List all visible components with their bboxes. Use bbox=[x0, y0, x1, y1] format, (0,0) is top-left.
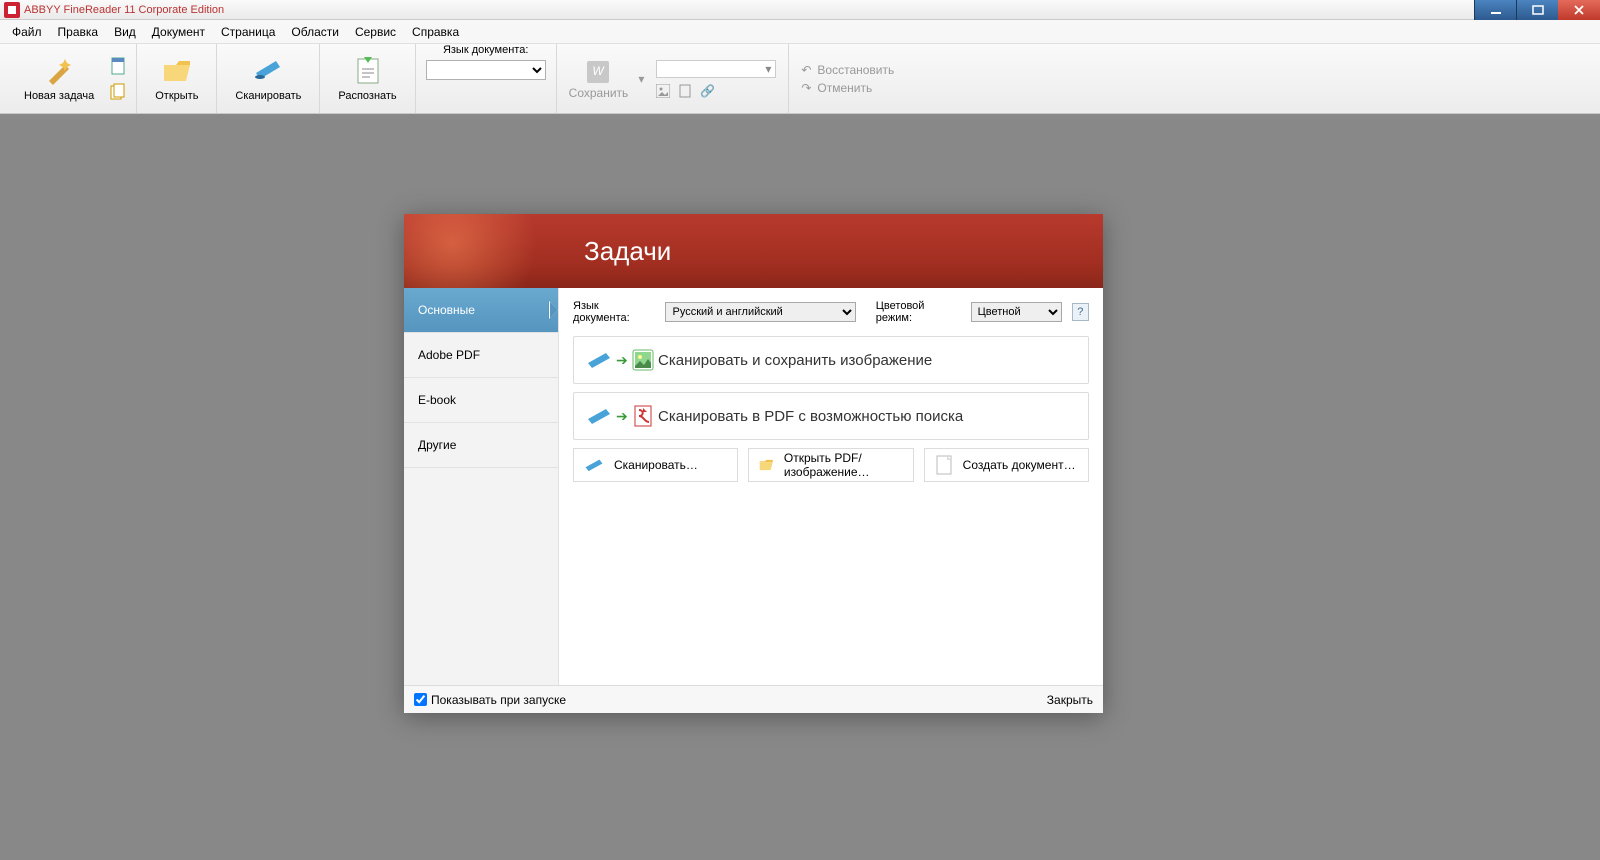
scanner-icon bbox=[586, 405, 612, 427]
menu-document[interactable]: Документ bbox=[144, 22, 213, 42]
undo-button[interactable]: ↶Восстановить bbox=[801, 63, 894, 77]
redo-button[interactable]: ↷Отменить bbox=[801, 81, 894, 95]
menu-areas[interactable]: Области bbox=[283, 22, 347, 42]
dialog-header: Задачи bbox=[404, 214, 1103, 288]
open-label: Открыть bbox=[155, 90, 198, 102]
close-button[interactable] bbox=[1558, 0, 1600, 20]
scanner-icon bbox=[252, 55, 284, 87]
scan-button[interactable]: Сканировать bbox=[225, 51, 311, 106]
image-icon[interactable] bbox=[656, 84, 670, 98]
dialog-title: Задачи bbox=[584, 236, 671, 267]
dlg-lang-select[interactable]: Русский и английский bbox=[665, 302, 855, 322]
show-on-start-checkbox[interactable]: Показывать при запуске bbox=[414, 693, 566, 707]
window-titlebar: ABBYY FineReader 11 Corporate Edition bbox=[0, 0, 1600, 20]
menu-tools[interactable]: Сервис bbox=[347, 22, 404, 42]
arrow-icon: ➔ bbox=[616, 352, 628, 369]
scan-label: Сканировать bbox=[235, 90, 301, 102]
arrow-icon: ➔ bbox=[616, 408, 628, 425]
dialog-close-link[interactable]: Закрыть bbox=[1047, 693, 1093, 707]
tab-other[interactable]: Другие bbox=[404, 423, 558, 468]
pdf-icon bbox=[632, 405, 654, 427]
folder-open-icon bbox=[161, 55, 193, 87]
save-label: Сохранить bbox=[569, 86, 629, 100]
dlg-lang-label: Язык документа: bbox=[573, 300, 655, 324]
wand-icon bbox=[43, 55, 75, 87]
workspace: Задачи Основные Adobe PDF E-book Другие … bbox=[0, 114, 1600, 860]
scan-small-button[interactable]: Сканировать… bbox=[573, 448, 738, 482]
recognize-icon bbox=[352, 55, 384, 87]
menu-page[interactable]: Страница bbox=[213, 22, 283, 42]
recognize-button[interactable]: Распознать bbox=[328, 51, 406, 106]
page-icon[interactable] bbox=[108, 56, 128, 76]
redo-icon: ↷ bbox=[801, 81, 811, 95]
tab-adobe-pdf[interactable]: Adobe PDF bbox=[404, 333, 558, 378]
folder-icon bbox=[759, 456, 774, 474]
tab-main[interactable]: Основные bbox=[404, 288, 558, 333]
create-doc-button[interactable]: Создать документ… bbox=[924, 448, 1089, 482]
scanner-icon bbox=[586, 349, 612, 371]
task-scan-to-pdf[interactable]: ➔ Сканировать в PDF с возможностью поиск… bbox=[573, 392, 1089, 440]
window-title: ABBYY FineReader 11 Corporate Edition bbox=[24, 4, 224, 16]
menu-help[interactable]: Справка bbox=[404, 22, 467, 42]
toolbar: Новая задача Открыть Сканировать Распозн… bbox=[0, 44, 1600, 114]
doc-lang-label: Язык документа: bbox=[443, 44, 528, 56]
new-task-button[interactable]: Новая задача bbox=[14, 51, 104, 106]
document-icon bbox=[935, 455, 953, 475]
dlg-color-label: Цветовой режим: bbox=[876, 300, 961, 324]
window-controls bbox=[1474, 0, 1600, 20]
tab-ebook[interactable]: E-book bbox=[404, 378, 558, 423]
undo-icon: ↶ bbox=[801, 63, 811, 77]
menubar: Файл Правка Вид Документ Страница Област… bbox=[0, 20, 1600, 44]
dialog-footer: Показывать при запуске Закрыть bbox=[404, 685, 1103, 713]
scanner-icon bbox=[584, 456, 604, 474]
save-word-icon: W bbox=[584, 58, 612, 86]
tasks-dialog: Задачи Основные Adobe PDF E-book Другие … bbox=[404, 214, 1103, 713]
dialog-main: Язык документа: Русский и английский Цве… bbox=[559, 288, 1103, 685]
page-small-icon[interactable] bbox=[678, 84, 692, 98]
chevron-down-icon[interactable]: ▾ bbox=[638, 72, 644, 86]
help-button[interactable]: ? bbox=[1072, 303, 1089, 321]
recognize-label: Распознать bbox=[338, 90, 396, 102]
app-icon bbox=[4, 2, 20, 18]
new-task-label: Новая задача bbox=[24, 90, 94, 102]
save-format-select[interactable]: ▾ bbox=[656, 60, 776, 78]
open-button[interactable]: Открыть bbox=[145, 51, 208, 106]
dialog-sidebar: Основные Adobe PDF E-book Другие bbox=[404, 288, 559, 685]
picture-icon bbox=[632, 349, 654, 371]
menu-edit[interactable]: Правка bbox=[50, 22, 107, 42]
menu-view[interactable]: Вид bbox=[106, 22, 144, 42]
doc-lang-select[interactable] bbox=[426, 60, 546, 80]
minimize-button[interactable] bbox=[1474, 0, 1516, 20]
link-icon[interactable]: 🔗 bbox=[700, 84, 714, 98]
task-label: Сканировать в PDF с возможностью поиска bbox=[658, 408, 963, 425]
pages-icon[interactable] bbox=[108, 82, 128, 102]
open-pdf-button[interactable]: Открыть PDF/изображение… bbox=[748, 448, 913, 482]
task-scan-save-image[interactable]: ➔ Сканировать и сохранить изображение bbox=[573, 336, 1089, 384]
svg-text:W: W bbox=[593, 64, 606, 78]
menu-file[interactable]: Файл bbox=[4, 22, 50, 42]
dlg-color-select[interactable]: Цветной bbox=[971, 302, 1062, 322]
maximize-button[interactable] bbox=[1516, 0, 1558, 20]
task-label: Сканировать и сохранить изображение bbox=[658, 352, 932, 369]
show-on-start-input[interactable] bbox=[414, 693, 427, 706]
